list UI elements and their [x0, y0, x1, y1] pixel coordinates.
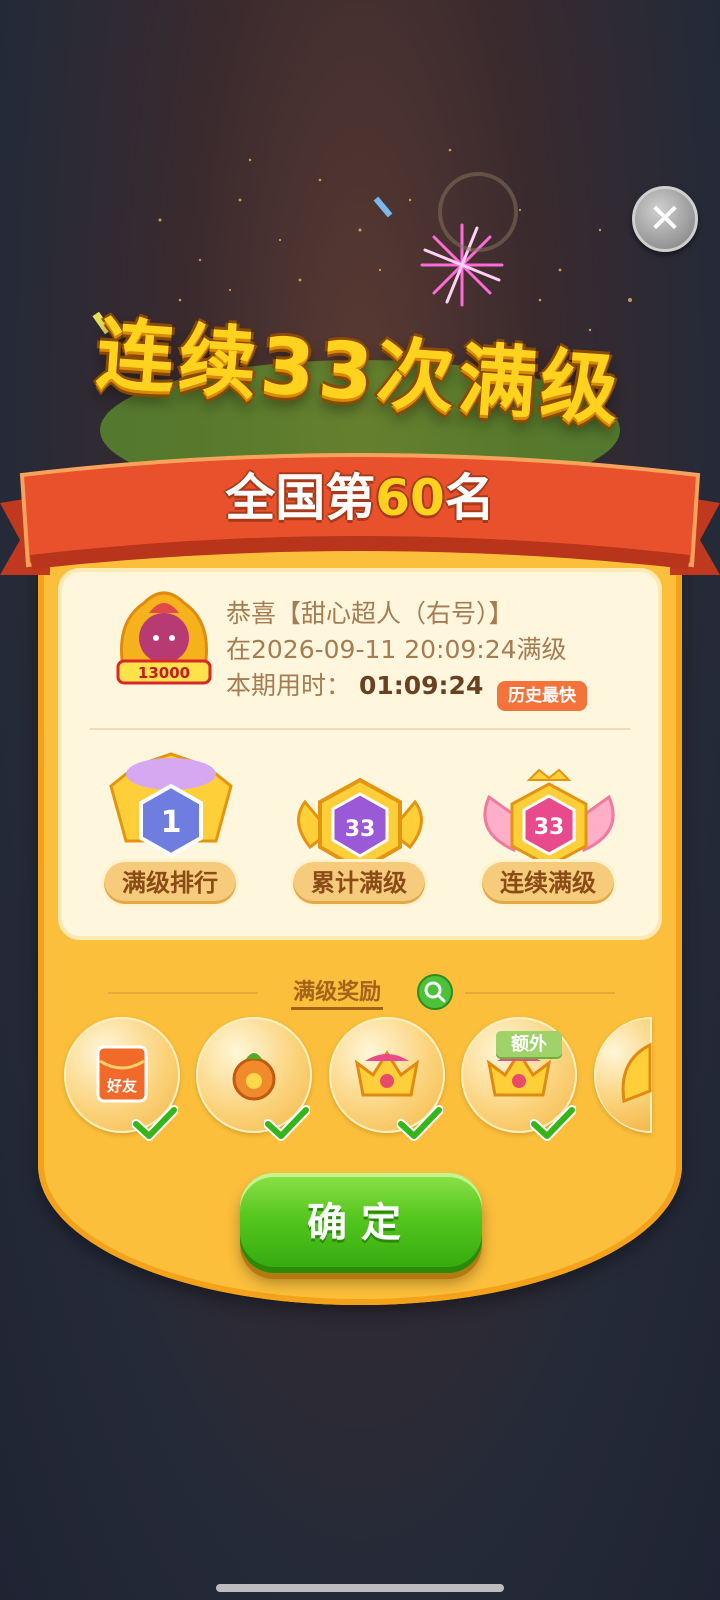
- medal-rank-label[interactable]: 满级排行: [104, 862, 236, 904]
- elapsed-time-value: 01:09:24: [358, 671, 484, 700]
- crown-icon: [354, 1050, 420, 1097]
- extra-reward-tag: 额外: [496, 1031, 562, 1059]
- fruit-bag-icon: [232, 1053, 276, 1101]
- wing-icon: [621, 1042, 652, 1104]
- reward-item-name: 好友: [106, 1077, 137, 1095]
- claimed-check-icon: [397, 1105, 443, 1141]
- elapsed-time-label: 本期用时：: [226, 671, 352, 700]
- medal-3-number: 33: [534, 815, 565, 840]
- best-record-badge: 历史最快: [497, 681, 587, 711]
- home-indicator[interactable]: [216, 1584, 504, 1592]
- medal-total-label[interactable]: 累计满级: [293, 862, 425, 904]
- search-icon[interactable]: [417, 974, 453, 1010]
- rank-text: 全国第60名: [0, 458, 720, 530]
- claimed-check-icon: [132, 1105, 178, 1141]
- close-icon: ✕: [648, 196, 682, 242]
- rank-suffix: 名: [444, 469, 495, 527]
- claimed-check-icon: [530, 1105, 576, 1141]
- medal-streak-label[interactable]: 连续满级: [482, 862, 614, 904]
- medal-1-number: 1: [161, 805, 182, 840]
- elapsed-time-row: 本期用时： 01:09:24: [226, 666, 483, 702]
- confirm-button[interactable]: 确定: [240, 1173, 482, 1273]
- claimed-check-icon: [264, 1105, 310, 1141]
- rewards-title-label: 满级奖励: [291, 980, 384, 1010]
- rank-prefix: 全国第: [225, 469, 376, 527]
- rewards-title: 满级奖励: [0, 974, 720, 1010]
- congrats-text: 恭喜【甜心超人（右号）】: [226, 599, 514, 628]
- divider: [90, 728, 630, 730]
- reached-time-text: 在2026-09-11 20:09:24满级: [226, 635, 567, 664]
- rank-number: 60: [375, 469, 445, 527]
- avatar-badge: 13000: [116, 591, 212, 685]
- avatar-score: 13000: [138, 664, 190, 682]
- medal-2-number: 33: [345, 817, 376, 842]
- close-button[interactable]: ✕: [632, 186, 698, 252]
- rank-crown-medal[interactable]: 1: [96, 746, 246, 864]
- confirm-button-label: 确定: [307, 1200, 415, 1246]
- red-envelope-icon: 好友: [96, 1045, 148, 1103]
